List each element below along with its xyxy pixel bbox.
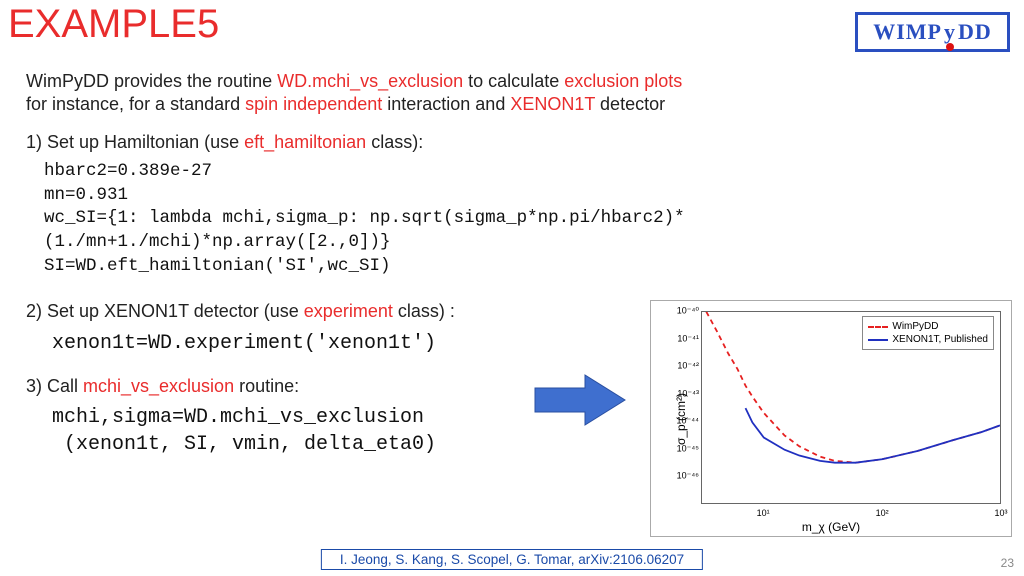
step2-a: 2) Set up XENON1T detector (use xyxy=(26,301,304,321)
ytick: 10⁻⁴⁰ xyxy=(665,306,699,317)
intro-prefix: WimPyDD provides the routine xyxy=(26,71,277,91)
intro-line2b: interaction and xyxy=(382,94,510,114)
xtick: 10¹ xyxy=(757,508,770,518)
step3-c: routine: xyxy=(234,376,299,396)
step1-b: eft_hamiltonian xyxy=(244,132,366,152)
legend-row-0: WimPyDD xyxy=(868,320,988,333)
intro-routine: WD.mchi_vs_exclusion xyxy=(277,71,463,91)
legend-label-0: WimPyDD xyxy=(892,320,938,333)
step1-a: 1) Set up Hamiltonian (use xyxy=(26,132,244,152)
ytick: 10⁻⁴² xyxy=(665,361,699,372)
code-block-1: hbarc2=0.389e-27 mn=0.931 wc_SI={1: lamb… xyxy=(26,160,996,278)
intro-spin: spin independent xyxy=(245,94,382,114)
step2-c: class) : xyxy=(393,301,455,321)
chart-legend: WimPyDD XENON1T, Published xyxy=(862,316,994,350)
step-1: 1) Set up Hamiltonian (use eft_hamiltoni… xyxy=(26,131,996,154)
intro-detector: XENON1T xyxy=(510,94,595,114)
ytick: 10⁻⁴⁵ xyxy=(665,443,699,454)
step1-c: class): xyxy=(366,132,423,152)
intro-mid1: to calculate xyxy=(463,71,564,91)
chart-plot-area: WimPyDD XENON1T, Published xyxy=(701,311,1001,504)
xtick: 10² xyxy=(876,508,889,518)
chart-xlabel: m_χ (GeV) xyxy=(802,520,860,534)
ytick: 10⁻⁴³ xyxy=(665,388,699,399)
step3-b: mchi_vs_exclusion xyxy=(83,376,234,396)
credits-arxiv: arXiv:2106.06207 xyxy=(578,552,684,567)
logo-text-left: WIMP xyxy=(873,19,942,45)
legend-label-1: XENON1T, Published xyxy=(892,333,988,346)
logo-text-mid: y xyxy=(942,19,958,45)
credits: I. Jeong, S. Kang, S. Scopel, G. Tomar, … xyxy=(321,549,703,570)
intro-exclusion: exclusion plots xyxy=(564,71,682,91)
ytick: 10⁻⁴⁶ xyxy=(665,471,699,482)
intro-line: WimPyDD provides the routine WD.mchi_vs_… xyxy=(26,70,996,117)
step3-a: 3) Call xyxy=(26,376,83,396)
page-number: 23 xyxy=(1001,556,1014,570)
exclusion-chart: σ_p (cm²) m_χ (GeV) WimPyDD XENON1T, Pub… xyxy=(650,300,1012,537)
ytick: 10⁻⁴¹ xyxy=(665,333,699,344)
legend-swatch-1 xyxy=(868,339,888,341)
logo-text-right: DD xyxy=(958,19,992,45)
xtick: 10³ xyxy=(994,508,1007,518)
wimpydd-logo: WIMPyDD xyxy=(855,12,1010,52)
legend-swatch-0 xyxy=(868,326,888,328)
intro-line2c: detector xyxy=(595,94,665,114)
intro-line2a: for instance, for a standard xyxy=(26,94,245,114)
legend-row-1: XENON1T, Published xyxy=(868,333,988,346)
page-title: EXAMPLE5 xyxy=(8,2,219,47)
arrow-icon xyxy=(530,370,630,430)
credits-names: I. Jeong, S. Kang, S. Scopel, G. Tomar xyxy=(340,552,571,567)
step2-b: experiment xyxy=(304,301,393,321)
ytick: 10⁻⁴⁴ xyxy=(665,416,699,427)
